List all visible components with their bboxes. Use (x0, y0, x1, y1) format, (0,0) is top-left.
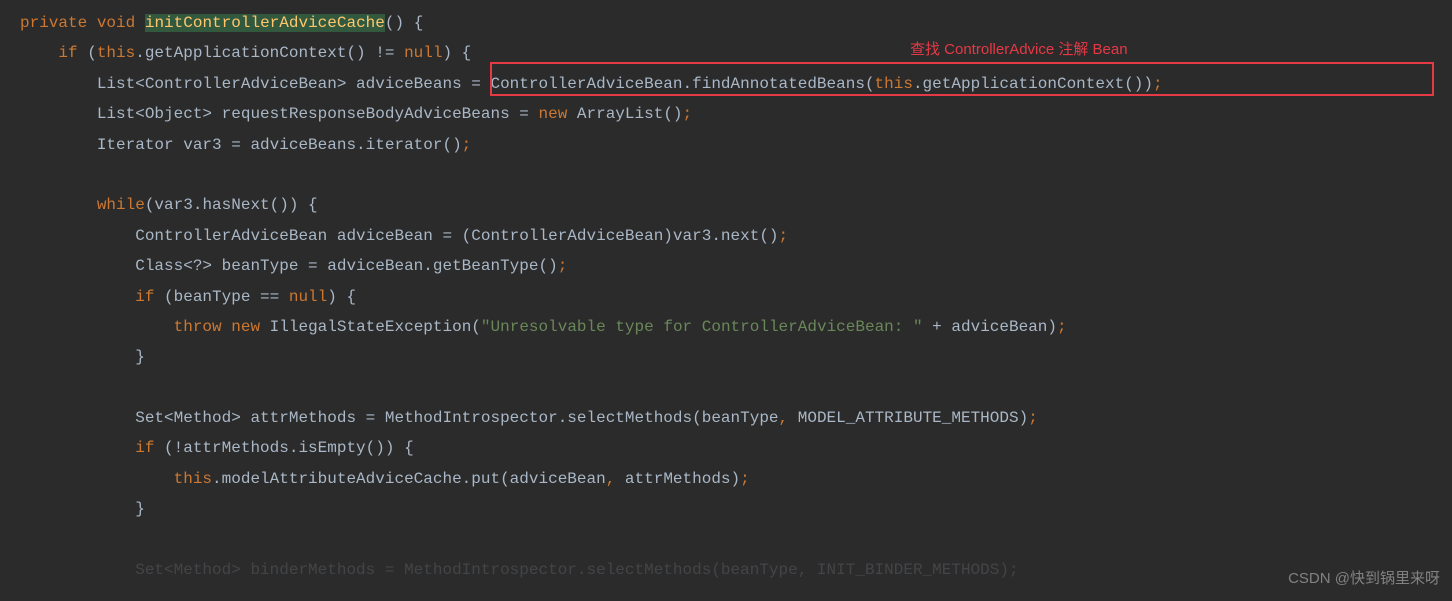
keyword-null: null (289, 288, 327, 306)
keyword-this: this (875, 75, 913, 93)
code-line-4: List<Object> requestResponseBodyAdviceBe… (0, 99, 1452, 129)
keyword-new: new (538, 105, 567, 123)
keyword-throw: throw (174, 318, 222, 336)
keyword-new: new (231, 318, 260, 336)
keyword-if: if (135, 439, 154, 457)
code-line-11: throw new IllegalStateException("Unresol… (0, 312, 1452, 342)
code-line-2: if (this.getApplicationContext() != null… (0, 38, 1452, 68)
code-line-12: } (0, 342, 1452, 372)
code-line-7: while(var3.hasNext()) { (0, 190, 1452, 220)
code-line-10: if (beanType == null) { (0, 282, 1452, 312)
code-line-13 (0, 373, 1452, 403)
keyword-if: if (58, 44, 77, 62)
code-line-5: Iterator var3 = adviceBeans.iterator(); (0, 130, 1452, 160)
code-line-15: if (!attrMethods.isEmpty()) { (0, 433, 1452, 463)
code-line-8: ControllerAdviceBean adviceBean = (Contr… (0, 221, 1452, 251)
code-line-6 (0, 160, 1452, 190)
code-line-17: } (0, 494, 1452, 524)
keyword-while: while (97, 196, 145, 214)
code-line-1: private void initControllerAdviceCache()… (0, 8, 1452, 38)
code-line-9: Class<?> beanType = adviceBean.getBeanTy… (0, 251, 1452, 281)
code-line-14: Set<Method> attrMethods = MethodIntrospe… (0, 403, 1452, 433)
keyword-this: this (97, 44, 135, 62)
watermark: CSDN @快到锅里来呀 (1288, 565, 1440, 594)
keyword-void: void (97, 14, 135, 32)
annotation-label: 查找 ControllerAdvice 注解 Bean (910, 36, 1128, 65)
string-literal: "Unresolvable type for ControllerAdviceB… (481, 318, 923, 336)
keyword-private: private (20, 14, 87, 32)
code-editor: private void initControllerAdviceCache()… (0, 8, 1452, 585)
code-line-18 (0, 525, 1452, 555)
code-line-3: List<ControllerAdviceBean> adviceBeans =… (0, 69, 1452, 99)
code-line-19: Set<Method> binderMethods = MethodIntros… (0, 555, 1452, 585)
keyword-null: null (404, 44, 442, 62)
code-line-16: this.modelAttributeAdviceCache.put(advic… (0, 464, 1452, 494)
keyword-this: this (174, 470, 212, 488)
method-name-highlight: initControllerAdviceCache (145, 14, 385, 32)
keyword-if: if (135, 288, 154, 306)
